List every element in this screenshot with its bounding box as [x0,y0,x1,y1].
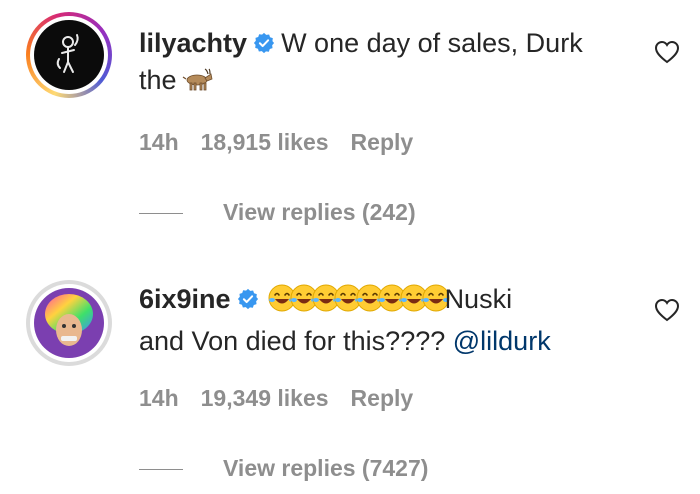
laughing-emoji-row [267,283,450,323]
view-replies-button[interactable]: View replies (7427) [139,455,428,482]
view-replies-button[interactable]: View replies (242) [139,199,416,226]
mention-link[interactable]: @lildurk [453,326,551,356]
comment-meta: 14h 19,349 likes Reply [139,385,435,412]
reply-button[interactable]: Reply [351,129,414,155]
comment-text: 6ix9ine Nuski and Von died for this???? @… [139,281,619,360]
comment-body-line1: Nuski [444,284,513,314]
comment-body-line1: W one day of sales, Durk [281,28,583,58]
comment-meta: 14h 18,915 likes Reply [139,129,435,156]
story-ring[interactable] [26,12,112,98]
replies-divider [139,469,183,471]
comment-username[interactable]: 6ix9ine [139,284,231,314]
view-replies-label[interactable]: View replies (7427) [223,455,428,481]
verified-badge-icon [253,32,275,54]
comment-time: 14h [139,129,179,155]
goat-emoji [182,68,213,91]
comment-time: 14h [139,385,179,411]
like-count[interactable]: 19,349 likes [201,385,329,411]
verified-badge-icon [237,288,258,310]
comment-text: lilyachty W one day of sales, Durk the [139,25,619,99]
comment-body-line2: the [139,65,177,95]
avatar-lilyachty[interactable] [34,20,104,90]
comment-username[interactable]: lilyachty [139,28,247,58]
comment-body-line2: and Von died for this???? [139,326,446,356]
story-ring[interactable] [26,280,112,366]
like-count[interactable]: 18,915 likes [201,129,329,155]
view-replies-label[interactable]: View replies (242) [223,199,416,225]
avatar-6ix9ine[interactable] [34,288,104,358]
replies-divider [139,213,183,215]
heart-icon[interactable] [654,298,680,322]
reply-button[interactable]: Reply [351,385,414,411]
heart-icon[interactable] [654,40,680,64]
